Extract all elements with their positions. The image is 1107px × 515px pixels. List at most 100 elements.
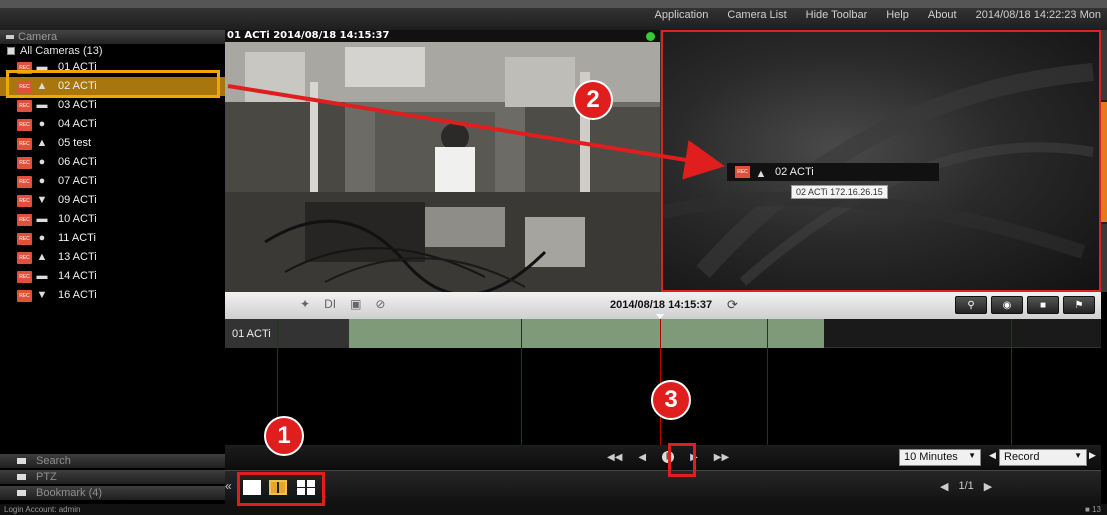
- time-cursor-head[interactable]: [656, 314, 664, 319]
- video-title: 01 ACTi 2014/08/18 14:15:37: [225, 30, 660, 42]
- box-camera-icon: ▬: [36, 61, 48, 73]
- dome-camera-icon: ●: [38, 175, 46, 187]
- bookmark-panel-icon: [17, 490, 26, 496]
- rec-badge: REC: [17, 119, 32, 131]
- tab-playback[interactable]: [1101, 102, 1107, 222]
- menu-about[interactable]: About: [928, 9, 957, 21]
- camera-item-label: 06 ACTi: [58, 156, 97, 168]
- camera-item-label: 14 ACTi: [58, 270, 97, 282]
- prev-page-icon[interactable]: ◀: [940, 480, 948, 493]
- menu-application[interactable]: Application: [655, 9, 709, 21]
- all-cameras-node[interactable]: All Cameras (13): [0, 44, 225, 58]
- camera-item[interactable]: REC ● 06 ACTi: [0, 153, 225, 172]
- rec-badge: REC: [17, 62, 32, 74]
- fast-forward-icon[interactable]: ▶▶: [714, 452, 729, 463]
- background-swirl: [663, 63, 1094, 286]
- search-icon[interactable]: ⚲: [955, 296, 987, 314]
- grid-line: [767, 319, 768, 445]
- camera-item[interactable]: REC ● 04 ACTi: [0, 115, 225, 134]
- top-menu-bar: Application Camera List Hide Toolbar Hel…: [0, 0, 1107, 30]
- right-side-tabs: [1101, 30, 1107, 292]
- menu-camera-list[interactable]: Camera List: [727, 9, 786, 21]
- tab-live[interactable]: [1101, 30, 1107, 100]
- rec-badge: REC: [17, 100, 32, 112]
- single-layout-icon[interactable]: [243, 480, 261, 495]
- collapse-panel-icon[interactable]: «: [225, 479, 232, 493]
- ptz-camera-icon: ▲: [36, 251, 48, 263]
- camera-item[interactable]: REC ▲ 13 ACTi: [0, 248, 225, 267]
- bookmark-icon[interactable]: ⚑: [1063, 296, 1095, 314]
- rec-badge: REC: [17, 81, 32, 93]
- quad-layout-icon[interactable]: [297, 480, 315, 495]
- ptz-camera-icon: ▲: [36, 80, 48, 92]
- rec-badge: REC: [17, 195, 32, 207]
- search-panel-header[interactable]: Search: [0, 454, 225, 468]
- camera-item[interactable]: REC ▬ 10 ACTi: [0, 210, 225, 229]
- drag-camera-label: 02 ACTi: [775, 166, 814, 178]
- pause-icon[interactable]: ||: [662, 451, 675, 463]
- camera-item[interactable]: REC ▼ 09 ACTi: [0, 191, 225, 210]
- camera-item[interactable]: REC ▼ 16 ACTi: [0, 286, 225, 305]
- timeline-row-label: 01 ACTi: [225, 319, 349, 348]
- menu-help[interactable]: Help: [886, 9, 909, 21]
- camera-panel-header[interactable]: Camera: [0, 30, 225, 44]
- refresh-icon[interactable]: ⟳: [727, 297, 738, 313]
- camera-item[interactable]: REC ● 11 ACTi: [0, 229, 225, 248]
- camera-item[interactable]: REC ▲ 05 test: [0, 134, 225, 153]
- rewind-icon[interactable]: ◀◀: [607, 452, 622, 463]
- tamper-icon[interactable]: ⊘: [375, 297, 385, 311]
- all-cameras-label: All Cameras (13): [20, 45, 103, 57]
- di-icon[interactable]: DI: [324, 297, 336, 311]
- step-back-icon[interactable]: ◀: [638, 452, 646, 463]
- alarm-icon[interactable]: ▣: [350, 297, 361, 311]
- bookmark-panel-header[interactable]: Bookmark (4): [0, 486, 225, 500]
- video-channel-1[interactable]: 01 ACTi 2014/08/18 14:15:37: [225, 30, 661, 292]
- timeline-panel: ✦ DI ▣ ⊘ 2014/08/18 14:15:37 ⟳ ⚲ ◉ ■ ⚑ 0…: [225, 292, 1101, 445]
- camera-item[interactable]: REC ▬ 14 ACTi: [0, 267, 225, 286]
- box-camera-icon: ▬: [36, 99, 48, 111]
- menu-hide-toolbar[interactable]: Hide Toolbar: [806, 9, 868, 21]
- camera-item-label: 10 ACTi: [58, 213, 97, 225]
- motion-icon[interactable]: ✦: [300, 297, 310, 311]
- camera-item-label: 04 ACTi: [58, 118, 97, 130]
- camera-item[interactable]: REC ● 07 ACTi: [0, 172, 225, 191]
- collapse-icon: [6, 35, 14, 39]
- playback-mode-select[interactable]: ◀ Record ▼ ▶: [989, 449, 1097, 466]
- play-icon[interactable]: ▶: [690, 452, 698, 463]
- camera-item-label: 11 ACTi: [58, 232, 96, 244]
- snapshot-icon[interactable]: ◉: [991, 296, 1023, 314]
- page-navigator: ◀ 1/1 ▶: [940, 480, 992, 493]
- tree-toggle-icon[interactable]: [7, 47, 15, 55]
- save-icon[interactable]: ■: [1027, 296, 1059, 314]
- drag-camera-chip[interactable]: REC ▲ 02 ACTi: [727, 163, 939, 181]
- ptz-camera-icon: ▲: [755, 168, 767, 180]
- camera-item-label: 09 ACTi: [58, 194, 97, 206]
- camera-item[interactable]: REC ▬ 01 ACTi: [0, 58, 225, 77]
- camera-item[interactable]: REC ▬ 03 ACTi: [0, 96, 225, 115]
- camera-item-label: 05 test: [58, 137, 92, 149]
- rec-badge: REC: [17, 233, 32, 245]
- camera-item[interactable]: REC ▲ 02 ACTi: [0, 77, 225, 96]
- recording-segment[interactable]: [349, 319, 824, 348]
- ptz-camera-icon: ▲: [36, 137, 48, 149]
- bookmark-label: Bookmark (4): [36, 487, 103, 499]
- event-filter-icons: ✦ DI ▣ ⊘: [300, 297, 385, 311]
- playback-controls: ◀◀ ◀ || ▶ ▶▶: [607, 451, 729, 463]
- top-border: [0, 0, 1107, 8]
- bullet-camera-icon: ▼: [36, 194, 48, 206]
- dual-layout-icon[interactable]: [269, 480, 287, 495]
- next-mode-icon[interactable]: ▶: [1089, 450, 1096, 461]
- prev-mode-icon[interactable]: ◀: [989, 450, 996, 461]
- dome-camera-icon: ●: [38, 156, 46, 168]
- camera-item-label: 01 ACTi: [58, 61, 97, 73]
- next-page-icon[interactable]: ▶: [984, 480, 992, 493]
- mode-box[interactable]: Record ▼: [999, 449, 1087, 466]
- time-scale-select[interactable]: 10 Minutes ▼: [899, 449, 981, 466]
- video-channel-2[interactable]: REC ▲ 02 ACTi 02 ACTi 172.16.26.15: [661, 30, 1101, 292]
- timeline-tool-buttons: ⚲ ◉ ■ ⚑: [955, 296, 1095, 314]
- ptz-panel-header[interactable]: PTZ: [0, 470, 225, 484]
- timeline-row: 01 ACTi: [225, 319, 1101, 348]
- rec-badge: REC: [17, 290, 32, 302]
- connection-status-icon: [646, 32, 655, 41]
- tab-setup[interactable]: [1101, 224, 1107, 292]
